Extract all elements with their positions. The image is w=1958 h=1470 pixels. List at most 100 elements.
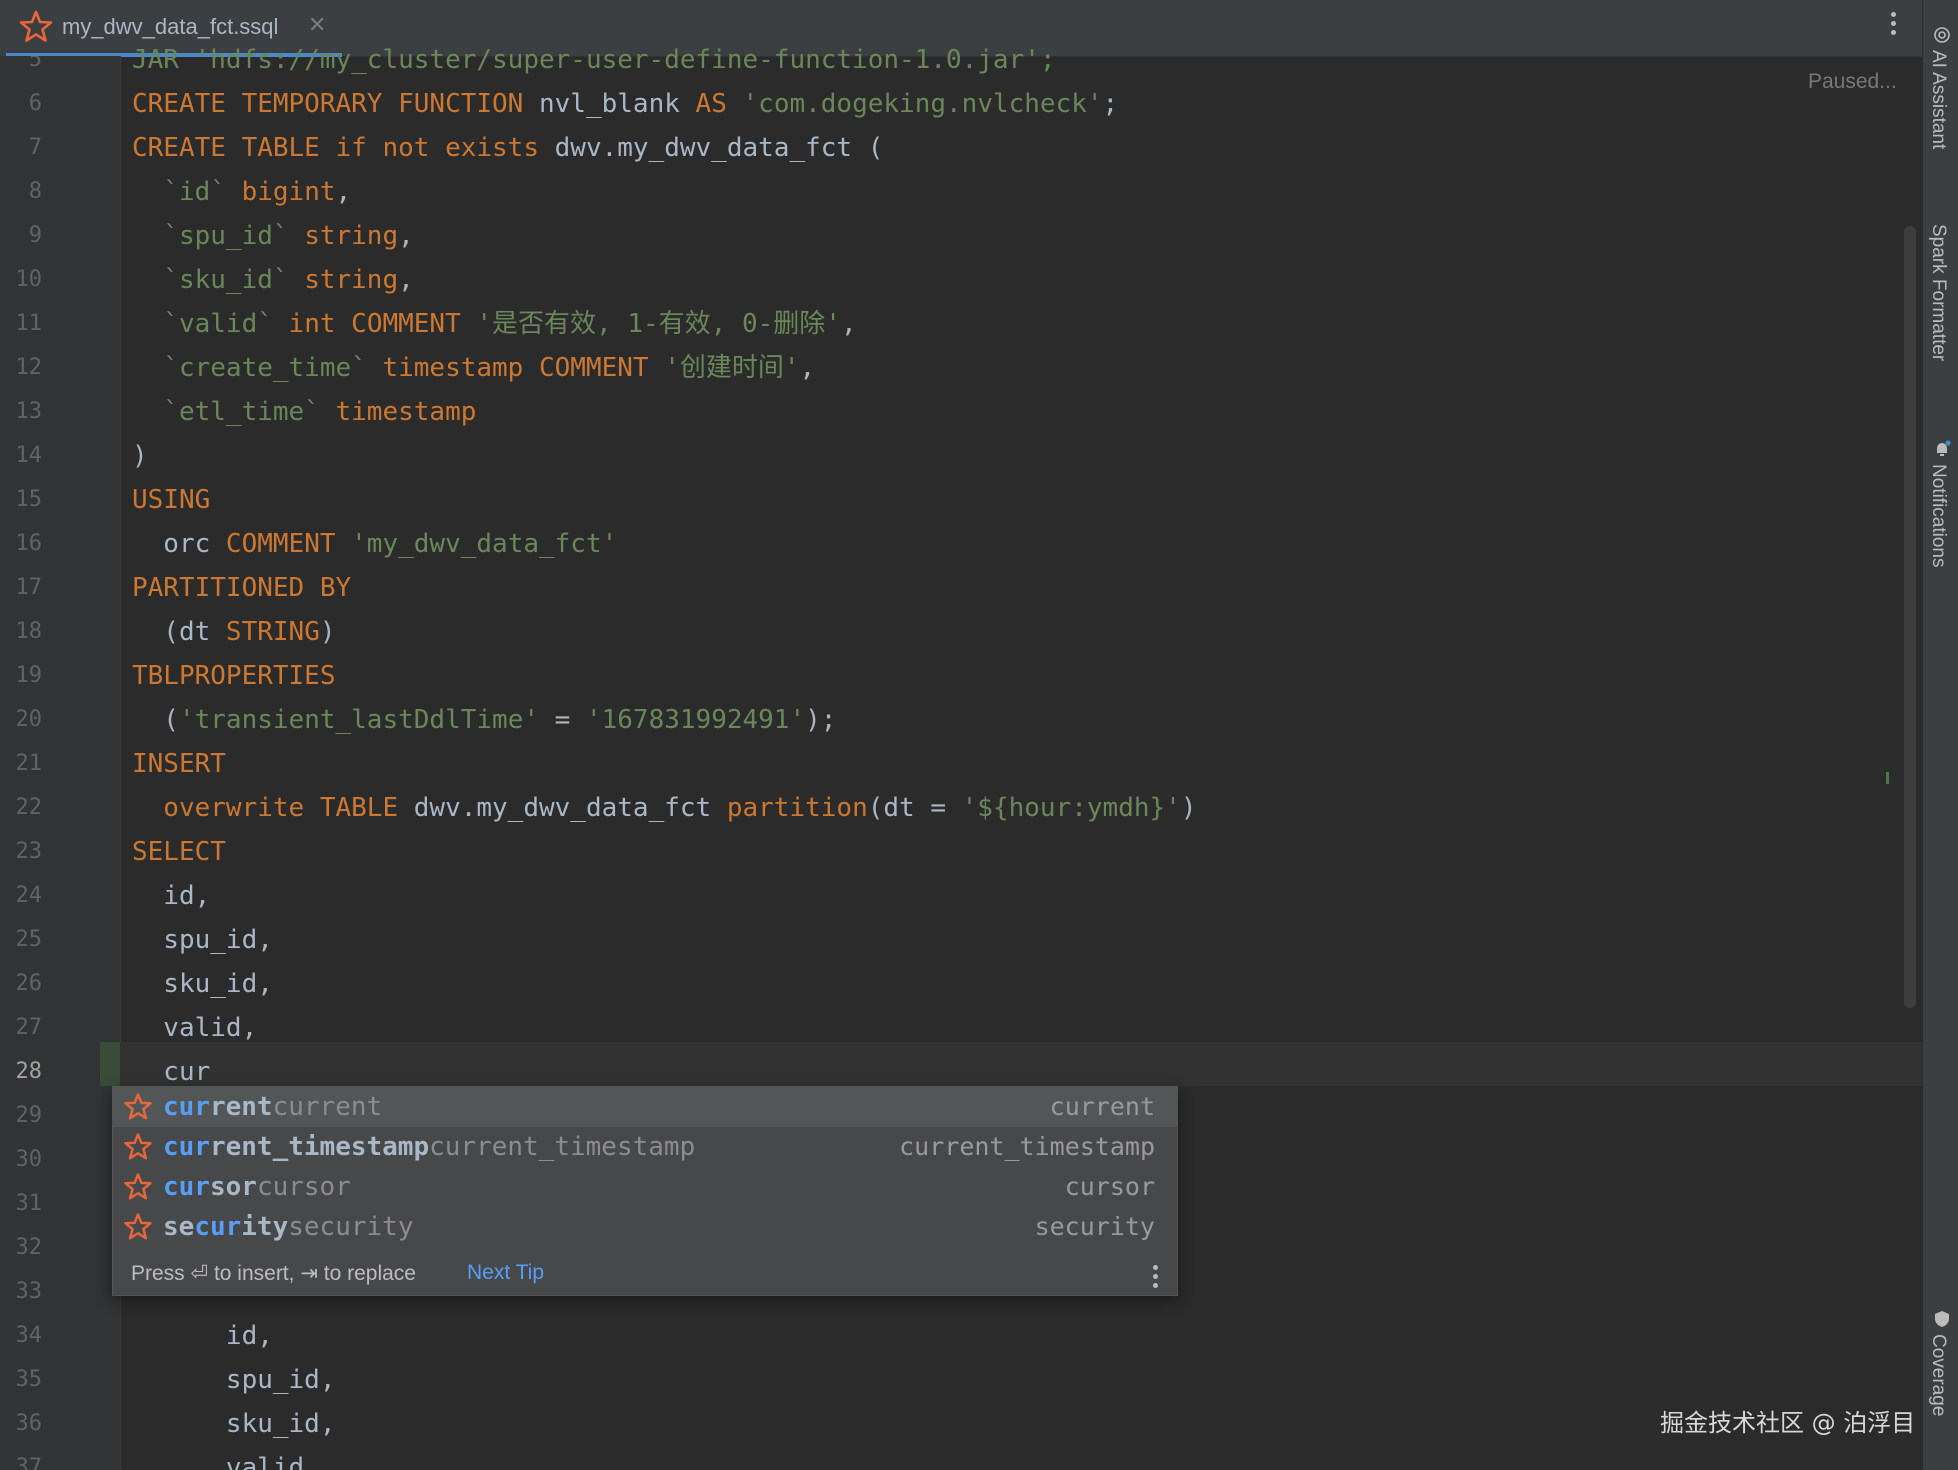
watermark: 掘金技术社区 @ 泊浮目 (1660, 1409, 1916, 1437)
code-token: id, (132, 881, 211, 911)
completion-rest: sor (209, 1172, 257, 1202)
code-line[interactable]: valid, (132, 1453, 320, 1470)
completion-item-name: cursorcursor (163, 1171, 351, 1203)
completion-footer: Press ⏎ to insert, ⇥ to replace Next Tip (113, 1251, 1177, 1295)
tool-tab-notifications[interactable]: Notifications (1927, 464, 1949, 568)
code-line[interactable]: valid, (132, 1013, 257, 1043)
code-line[interactable]: sku_id, (132, 969, 273, 999)
completion-hint: current_timestamp (429, 1132, 696, 1162)
completion-rest: ity (241, 1212, 289, 1242)
keyword-token: TBLPROPERTIES (132, 661, 336, 691)
code-completion-popup[interactable]: currentcurrent current current_timestampcu… (112, 1086, 1178, 1296)
completion-item-name: current_timestampcurrent_timestamp (163, 1131, 695, 1163)
code-line[interactable]: `sku_id` string, (132, 265, 414, 295)
keyword-token: AS (695, 89, 743, 119)
keyword-token: partition (726, 793, 868, 823)
ai-assistant-icon[interactable] (1933, 26, 1951, 44)
code-line[interactable]: `spu_id` string, (132, 221, 414, 251)
scroll-change-marker (1886, 772, 1889, 784)
completion-rest: rent (209, 1092, 273, 1122)
code-line[interactable]: spu_id, (132, 1365, 336, 1395)
string-token: `id` (132, 177, 242, 207)
completion-match: cur (163, 1132, 210, 1162)
string-token: '${hour:ymdh}' (961, 793, 1181, 823)
code-token: , (398, 265, 414, 295)
keyword-token: STRING (225, 617, 320, 647)
completion-type: cursor (1064, 1172, 1155, 1201)
tool-tab-spark-formatter[interactable]: Spark Formatter (1927, 224, 1949, 361)
completion-footer-tip: Press ⏎ to insert, ⇥ to replace (131, 1262, 416, 1285)
keyword-token: timestamp COMMENT (382, 353, 665, 383)
keyword-token: SELECT (132, 837, 226, 867)
code-line[interactable]: id, (132, 881, 210, 911)
code-token: , (398, 221, 414, 251)
vertical-scrollbar[interactable] (1904, 226, 1916, 1008)
code-line[interactable]: overwrite TABLE dwv.my_dwv_data_fct part… (132, 793, 1196, 823)
completion-item[interactable]: current_timestampcurrent_timestamp curren… (113, 1127, 1177, 1167)
completion-item[interactable]: securitysecurity security (113, 1207, 1177, 1247)
code-line[interactable]: INSERT (132, 749, 226, 779)
code-token: sku_id, (132, 969, 273, 999)
spark-star-icon (124, 1173, 152, 1200)
code-token: (dt = (867, 793, 962, 823)
code-line[interactable]: (dt STRING) (132, 617, 336, 647)
code-token: ) (1180, 793, 1197, 823)
completion-hint: current (272, 1092, 383, 1122)
code-line[interactable]: `etl_time` timestamp (132, 397, 476, 427)
code-line[interactable]: TBLPROPERTIES (132, 661, 336, 691)
string-token: 'my_dwv_data_fct' (351, 529, 618, 559)
coverage-shield-icon[interactable] (1933, 1310, 1951, 1328)
string-token: '是否有效, 1-有效, 0-删除' (476, 309, 841, 339)
spark-star-icon (124, 1213, 152, 1240)
string-token: JAR 'hdfs://my_cluster/super-user-define… (132, 45, 1056, 75)
completion-menu-icon[interactable] (1153, 1265, 1159, 1292)
code-line[interactable]: USING (132, 485, 210, 515)
keyword-token: overwrite TABLE (132, 793, 414, 823)
code-token: ) (132, 441, 148, 471)
code-line[interactable]: orc COMMENT 'my_dwv_data_fct' (132, 529, 617, 559)
tool-tab-coverage[interactable]: Coverage (1927, 1334, 1949, 1416)
right-tool-strip: AI Assistant Spark Formatter Notificatio… (1922, 0, 1958, 1470)
code-token: valid, (132, 1013, 258, 1043)
tool-tab-ai-assistant[interactable]: AI Assistant (1927, 50, 1949, 149)
code-token: id, (132, 1321, 273, 1351)
completion-hint: cursor (256, 1172, 351, 1202)
string-token: '167831992491' (585, 705, 806, 735)
code-line[interactable]: cur (132, 1057, 210, 1087)
completion-type: current_timestamp (899, 1132, 1155, 1161)
code-line[interactable]: CREATE TABLE if not exists dwv.my_dwv_da… (132, 133, 883, 163)
code-line[interactable]: id, (132, 1321, 273, 1351)
completion-hint: security (288, 1212, 414, 1242)
code-token: valid, (132, 1453, 320, 1470)
completion-item[interactable]: currentcurrent current (113, 1087, 1177, 1127)
code-token: cur (132, 1057, 211, 1087)
completion-item[interactable]: cursorcursor cursor (113, 1167, 1177, 1207)
string-token: '创建时间' (664, 353, 800, 383)
string-token: `valid` (132, 309, 289, 339)
code-token: , (335, 177, 352, 207)
code-line[interactable]: sku_id, (132, 1409, 336, 1439)
string-token: `create_time` (132, 353, 383, 383)
code-token: ) (319, 617, 336, 647)
code-line[interactable]: `create_time` timestamp COMMENT '创建时间', (132, 353, 815, 383)
code-line[interactable]: ('transient_lastDdlTime' = '167831992491… (132, 705, 836, 735)
notifications-bell-icon[interactable] (1933, 440, 1951, 458)
spark-star-icon (124, 1133, 152, 1160)
code-line[interactable]: `valid` int COMMENT '是否有效, 1-有效, 0-删除', (132, 309, 857, 339)
code-line[interactable]: ) (132, 441, 148, 471)
completion-item-name: currentcurrent (163, 1091, 382, 1123)
code-line[interactable]: `id` bigint, (132, 177, 351, 207)
next-tip-link[interactable]: Next Tip (467, 1261, 544, 1285)
code-token: sku_id, (132, 1409, 336, 1439)
code-token: dwv.my_dwv_data_fct ( (554, 133, 884, 163)
completion-rest: rent_timestamp (209, 1132, 430, 1162)
code-line[interactable]: JAR 'hdfs://my_cluster/super-user-define… (132, 45, 1056, 75)
code-line[interactable]: PARTITIONED BY (132, 573, 351, 603)
code-line[interactable]: SELECT (132, 837, 226, 867)
code-line[interactable]: CREATE TEMPORARY FUNCTION nvl_blank AS '… (132, 89, 1118, 119)
keyword-token: USING (132, 485, 211, 515)
code-token: orc (132, 529, 226, 559)
code-token: , (840, 309, 857, 339)
code-token: spu_id, (132, 925, 273, 955)
code-line[interactable]: spu_id, (132, 925, 273, 955)
